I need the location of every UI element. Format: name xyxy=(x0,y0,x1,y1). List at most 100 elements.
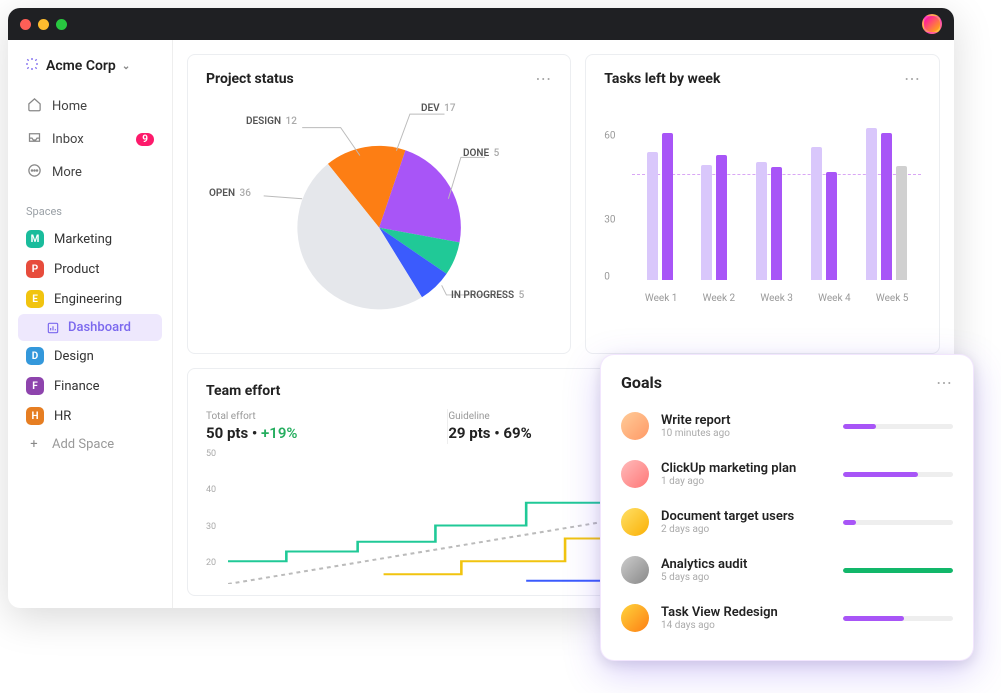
sidebar-space-hr[interactable]: H HR xyxy=(18,401,162,431)
goal-info: Document target users 2 days ago xyxy=(661,509,831,535)
sidebar: Acme Corp ⌄ Home Inbox 9 More Spaces M Ma… xyxy=(8,40,173,608)
y-tick: 50 xyxy=(206,449,216,459)
x-tick: Week 2 xyxy=(703,293,736,304)
x-tick: Week 4 xyxy=(818,293,851,304)
sidebar-space-engineering[interactable]: E Engineering xyxy=(18,284,162,314)
goal-info: Analytics audit 5 days ago xyxy=(661,557,831,583)
space-icon: P xyxy=(26,260,44,278)
avatar xyxy=(621,508,649,536)
avatar xyxy=(621,604,649,632)
space-icon: E xyxy=(26,290,44,308)
inbox-badge: 9 xyxy=(136,133,154,146)
sidebar-space-marketing[interactable]: M Marketing xyxy=(18,224,162,254)
metric-label: Total effort xyxy=(206,411,429,422)
sidebar-space-design[interactable]: D Design xyxy=(18,341,162,371)
chevron-down-icon: ⌄ xyxy=(122,61,130,72)
goal-time: 1 day ago xyxy=(661,476,831,487)
pie-label-dev: DEV 17 xyxy=(421,103,456,114)
plus-icon: + xyxy=(26,437,42,452)
goal-info: ClickUp marketing plan 1 day ago xyxy=(661,461,831,487)
bar-group xyxy=(811,108,837,280)
goal-time: 5 days ago xyxy=(661,572,831,583)
nav-label: More xyxy=(52,165,82,180)
metric-total: Total effort 50 pts • +19% xyxy=(206,409,448,444)
avatar xyxy=(621,556,649,584)
bar xyxy=(811,147,822,280)
workspace-switcher[interactable]: Acme Corp ⌄ xyxy=(18,52,162,80)
metric-value: 50 pts • +19% xyxy=(206,424,429,442)
goal-row[interactable]: Task View Redesign 14 days ago xyxy=(621,594,953,642)
x-tick: Week 5 xyxy=(876,293,909,304)
maximize-window-icon[interactable] xyxy=(56,19,67,30)
spaces-label: Spaces xyxy=(26,205,162,218)
bar xyxy=(771,167,782,280)
inbox-icon xyxy=(26,130,42,149)
progress-bar xyxy=(843,472,953,477)
user-avatar[interactable] xyxy=(922,14,942,34)
sidebar-space-finance[interactable]: F Finance xyxy=(18,371,162,401)
goal-title: ClickUp marketing plan xyxy=(661,461,831,476)
card-title: Project status xyxy=(206,71,294,87)
goal-title: Document target users xyxy=(661,509,831,524)
pie-label-design: DESIGN 12 xyxy=(246,116,297,127)
space-label: Finance xyxy=(54,379,99,394)
space-label: Product xyxy=(54,262,99,277)
nav-more[interactable]: More xyxy=(18,156,162,189)
y-tick: 60 xyxy=(604,130,615,141)
minimize-window-icon[interactable] xyxy=(38,19,49,30)
card-title: Team effort xyxy=(206,383,280,399)
bar xyxy=(756,162,767,280)
workspace-name: Acme Corp xyxy=(46,58,116,74)
bar-chart: 60 30 0 Week 1Week 2Week 3Week 4Week 5 xyxy=(604,98,921,308)
dashboard-label: Dashboard xyxy=(68,320,131,335)
space-label: Design xyxy=(54,349,94,364)
space-label: Marketing xyxy=(54,232,112,247)
sidebar-dashboard[interactable]: Dashboard xyxy=(18,314,162,341)
y-tick: 30 xyxy=(206,522,216,532)
y-tick: 0 xyxy=(604,272,610,283)
space-icon: F xyxy=(26,377,44,395)
x-tick: Week 3 xyxy=(760,293,793,304)
window-controls xyxy=(20,19,67,30)
goal-title: Task View Redesign xyxy=(661,605,831,620)
close-window-icon[interactable] xyxy=(20,19,31,30)
goal-row[interactable]: Analytics audit 5 days ago xyxy=(621,546,953,594)
nav-home[interactable]: Home xyxy=(18,90,162,123)
space-icon: H xyxy=(26,407,44,425)
project-status-card: Project status ⋯ DEV 17 DONE 5 IN PROGRE… xyxy=(187,54,571,354)
bar xyxy=(662,133,673,280)
bar xyxy=(716,155,727,280)
add-space-label: Add Space xyxy=(52,437,114,452)
progress-bar xyxy=(843,424,953,429)
space-icon: M xyxy=(26,230,44,248)
more-icon xyxy=(26,163,42,182)
sidebar-space-product[interactable]: P Product xyxy=(18,254,162,284)
space-icon: D xyxy=(26,347,44,365)
nav-label: Inbox xyxy=(52,132,84,147)
space-label: HR xyxy=(54,409,71,424)
bar xyxy=(701,165,712,280)
bar-group xyxy=(701,108,727,280)
nav-label: Home xyxy=(52,99,87,114)
bar-group xyxy=(756,108,782,280)
titlebar xyxy=(8,8,954,40)
bar xyxy=(866,128,877,280)
add-space-button[interactable]: + Add Space xyxy=(18,431,162,458)
goal-time: 2 days ago xyxy=(661,524,831,535)
goal-row[interactable]: Write report 10 minutes ago xyxy=(621,402,953,450)
card-more-icon[interactable]: ⋯ xyxy=(535,69,552,88)
pie-label-open: OPEN 36 xyxy=(209,188,251,199)
bar xyxy=(826,172,837,280)
bar-group xyxy=(866,108,907,280)
goal-title: Analytics audit xyxy=(661,557,831,572)
card-title: Goals xyxy=(621,373,662,392)
goal-row[interactable]: Document target users 2 days ago xyxy=(621,498,953,546)
card-more-icon[interactable]: ⋯ xyxy=(904,69,921,88)
pie-label-inprogress: IN PROGRESS 5 xyxy=(451,290,524,301)
card-more-icon[interactable]: ⋯ xyxy=(936,373,953,392)
space-label: Engineering xyxy=(54,292,122,307)
progress-bar xyxy=(843,616,953,621)
card-title: Tasks left by week xyxy=(604,71,720,87)
nav-inbox[interactable]: Inbox 9 xyxy=(18,123,162,156)
goal-row[interactable]: ClickUp marketing plan 1 day ago xyxy=(621,450,953,498)
